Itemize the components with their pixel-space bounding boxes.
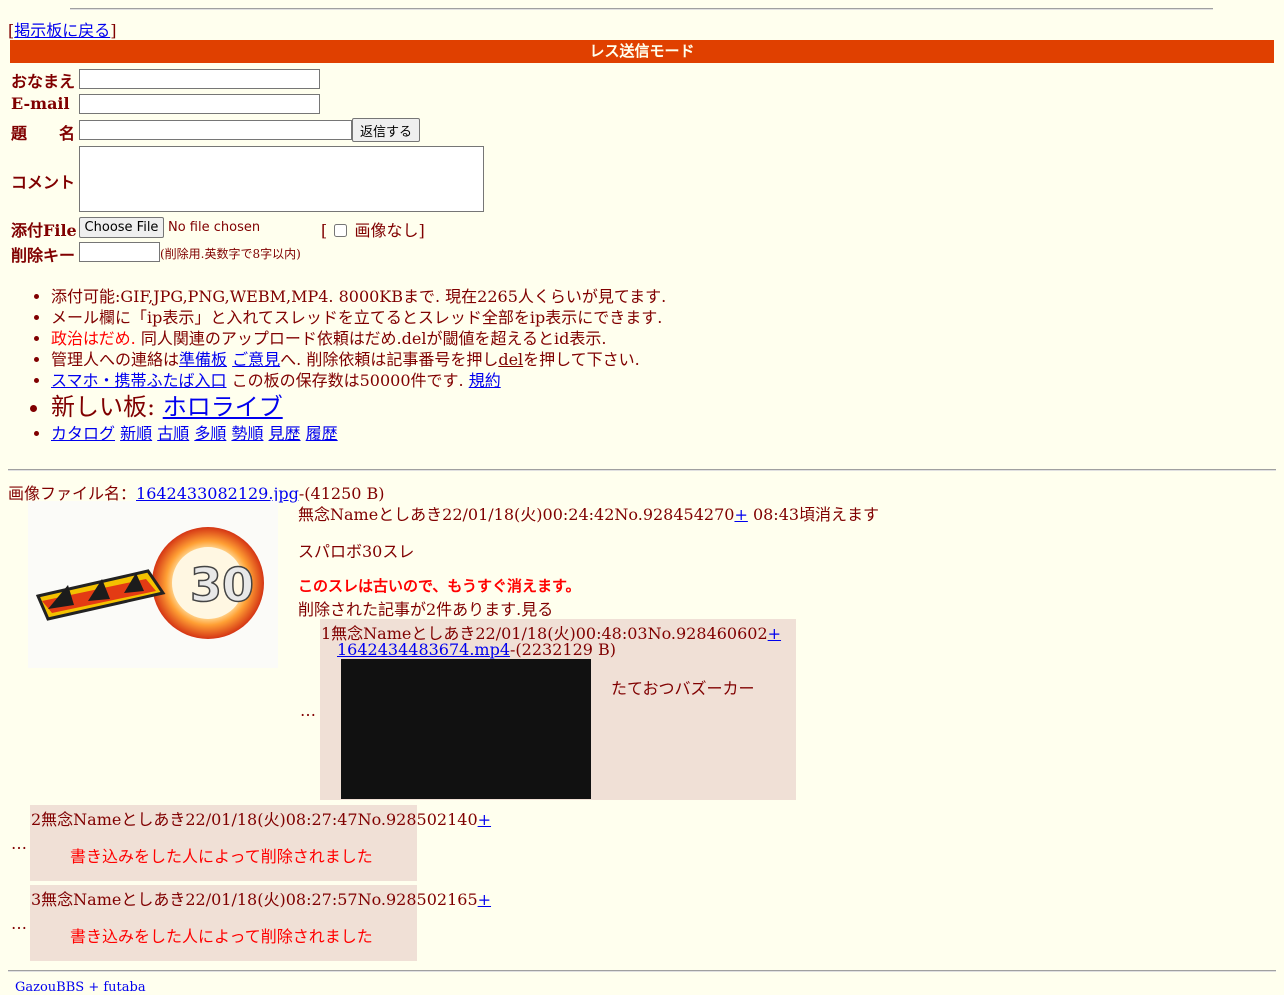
email-label: E-mail — [11, 94, 70, 113]
sort-new-link[interactable]: 新順 — [120, 424, 152, 443]
reply-body: たておつバズーカー — [611, 679, 755, 698]
reply-plus-link[interactable]: + — [478, 810, 491, 829]
board-rules-list: 添付可能:GIF,JPG,PNG,WEBM,MP4. 8000KBまで. 現在2… — [11, 286, 666, 444]
subject-label: 題 名 — [11, 124, 76, 143]
submit-reply-button[interactable]: 返信する — [352, 118, 420, 142]
thread-body: スパロボ30スレ — [298, 542, 415, 561]
reply-mode-bar: レス送信モード — [10, 40, 1274, 63]
reply-marker: … — [300, 701, 316, 720]
reply-file-link[interactable]: 1642434483674.mp4 — [337, 640, 510, 659]
reply-marker: … — [11, 834, 27, 853]
delete-key-note: (削除用.英数字で8字以内) — [160, 247, 301, 261]
reply-marker: … — [11, 914, 27, 933]
rule-item: 政治はだめ. 同人関連のアップロード依頼はだめ.delが閾値を超えるとid表示. — [51, 328, 666, 349]
delete-key-label: 削除キー — [11, 246, 76, 265]
reply-plus-link[interactable]: + — [478, 890, 491, 909]
srw30-logo-image: 30 — [35, 527, 264, 639]
reply-deleted-message: 書き込みをした人によって削除されました — [70, 927, 373, 946]
footer-credit[interactable]: GazouBBS + futaba — [15, 980, 146, 995]
reply-plus-link[interactable]: + — [768, 624, 781, 643]
back-nav: [掲示板に戻る] — [8, 21, 117, 40]
catalog-link[interactable]: カタログ — [51, 424, 115, 443]
name-label: おなまえ — [11, 72, 76, 91]
email-input[interactable] — [79, 94, 320, 114]
choose-file-button[interactable]: Choose File — [79, 217, 164, 238]
footer-divider — [8, 970, 1276, 972]
top-divider — [70, 8, 1213, 10]
prep-board-link[interactable]: 準備板 — [179, 350, 227, 369]
sort-links: カタログ 新順 古順 多順 勢順 見歴 履歴 — [51, 423, 666, 444]
mobile-entry-link[interactable]: スマホ・携帯ふたば入口 — [51, 371, 227, 390]
rule-item: 管理人への連絡は準備板 ご意見へ. 削除依頼は記事番号を押しdelを押して下さい… — [51, 349, 666, 370]
comment-label: コメント — [11, 173, 76, 192]
name-input[interactable] — [79, 69, 320, 89]
no-file-text: No file chosen — [168, 220, 261, 235]
reply-file-info: 1642434483674.mp4-(2232129 B) — [337, 640, 617, 659]
del-word-link[interactable]: del — [498, 350, 523, 369]
comment-textarea[interactable] — [79, 146, 484, 212]
svg-text:30: 30 — [190, 558, 254, 612]
reply-post: 3無念Nameとしあき22/01/18(火)08:27:57No.9285021… — [30, 885, 491, 961]
sort-old-link[interactable]: 古順 — [157, 424, 189, 443]
deleted-posts-notice[interactable]: 削除された記事が2件あります.見る — [298, 596, 553, 620]
no-image-option: [ 画像なし] — [321, 221, 425, 240]
reply-header: 3無念Nameとしあき22/01/18(火)08:27:57No.9285021… — [31, 890, 492, 909]
back-to-board-link[interactable]: 掲示板に戻る — [14, 21, 110, 40]
file-label: 添付File — [11, 221, 77, 240]
rule-item: メール欄に「ip表示」と入れてスレッドを立てるとスレッド全部をip表示にできます… — [51, 307, 666, 328]
old-thread-warning: このスレは古いので、もうすぐ消えます。 — [298, 577, 581, 595]
reply-video-thumbnail[interactable] — [341, 659, 591, 799]
reply-header: 2無念Nameとしあき22/01/18(火)08:27:47No.9285021… — [31, 810, 492, 829]
no-image-checkbox[interactable] — [334, 224, 348, 237]
thread-divider — [8, 469, 1276, 471]
rule-item: スマホ・携帯ふたば入口 この板の保存数は50000件です. 規約 — [51, 370, 666, 391]
rule-item: 新しい板: ホロライブ — [51, 391, 666, 423]
thread-thumbnail[interactable]: 30 — [28, 501, 278, 668]
subject-input[interactable] — [79, 120, 352, 140]
terms-link[interactable]: 規約 — [469, 371, 501, 390]
new-board-hololive-link[interactable]: ホロライブ — [163, 393, 283, 421]
thread-plus-link[interactable]: + — [734, 505, 747, 524]
view-history-link[interactable]: 見歴 — [269, 424, 301, 443]
rule-item: 添付可能:GIF,JPG,PNG,WEBM,MP4. 8000KBまで. 現在2… — [51, 286, 666, 307]
feedback-link[interactable]: ご意見 — [232, 350, 280, 369]
reply-post: 2無念Nameとしあき22/01/18(火)08:27:47No.9285021… — [30, 805, 491, 881]
reply-deleted-message: 書き込みをした人によって削除されました — [70, 847, 373, 866]
sort-many-link[interactable]: 多順 — [194, 424, 226, 443]
post-history-link[interactable]: 履歴 — [306, 424, 338, 443]
sort-momentum-link[interactable]: 勢順 — [231, 424, 263, 443]
delete-key-input[interactable] — [79, 242, 160, 262]
thread-header: 無念Nameとしあき22/01/18(火)00:24:42No.92845427… — [298, 505, 880, 524]
